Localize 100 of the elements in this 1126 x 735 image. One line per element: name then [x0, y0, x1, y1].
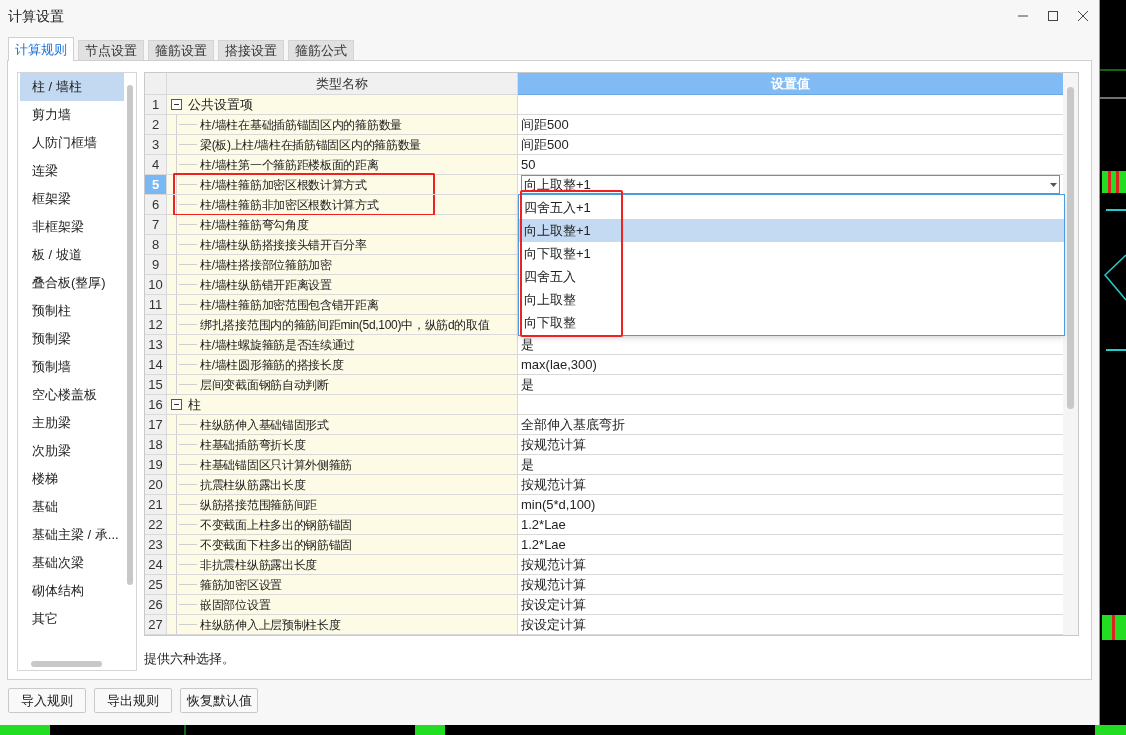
window-title: 计算设置 [8, 6, 64, 26]
setting-name: 柱/墙柱圆形箍筋的搭接长度 [200, 356, 344, 374]
sidebar-item[interactable]: 人防门框墙 [20, 129, 124, 157]
sidebar-item[interactable]: 预制梁 [20, 325, 124, 353]
row-number: 16 [148, 395, 163, 414]
dropdown-option[interactable]: 向上取整 [519, 288, 1064, 311]
setting-value: 1.2*Lae [521, 535, 566, 554]
action-button[interactable]: 导出规则 [94, 688, 172, 713]
row-number: 26 [148, 595, 163, 614]
column-header[interactable]: 类型名称 [167, 73, 518, 95]
setting-value: 按规范计算 [521, 435, 586, 454]
sidebar-item[interactable]: 剪力墙 [20, 101, 124, 129]
caret-icon [1050, 182, 1057, 187]
setting-value: 是 [521, 335, 534, 354]
row-number: 11 [148, 295, 163, 314]
sidebar-item[interactable]: 次肋梁 [20, 437, 124, 465]
setting-value: max(lae,300) [521, 355, 597, 374]
sidebar-item[interactable]: 空心楼盖板 [20, 381, 124, 409]
row-number: 13 [148, 335, 163, 354]
sidebar-item[interactable]: 其它 [20, 605, 124, 633]
row-number: 21 [148, 495, 163, 514]
action-button[interactable]: 导入规则 [8, 688, 86, 713]
sidebar-item[interactable]: 柱 / 墙柱 [20, 73, 124, 101]
row-number: 23 [148, 535, 163, 554]
setting-value: 是 [521, 455, 534, 474]
maximize-icon[interactable] [1047, 10, 1059, 22]
row-number: 2 [151, 115, 160, 134]
sidebar-item[interactable]: 连梁 [20, 157, 124, 185]
row-number: 10 [148, 275, 163, 294]
setting-name: 柱基础锚固区只计算外侧箍筋 [200, 456, 353, 474]
row-number: 12 [148, 315, 163, 334]
row-number: 1 [151, 95, 160, 114]
sidebar-item[interactable]: 主肋梁 [20, 409, 124, 437]
sidebar-item[interactable]: 基础 [20, 493, 124, 521]
setting-value: 按设定计算 [521, 615, 586, 634]
close-icon[interactable] [1077, 10, 1089, 22]
setting-name: 柱/墙柱螺旋箍筋是否连续通过 [200, 336, 356, 354]
setting-name: 层间变截面钢筋自动判断 [200, 376, 329, 394]
setting-name: 柱/墙柱搭接部位箍筋加密 [200, 256, 332, 274]
row-number: 17 [148, 415, 163, 434]
dropdown-option[interactable]: 四舍五入+1 [519, 196, 1064, 219]
scrollbar[interactable] [127, 85, 133, 585]
tab[interactable]: 节点设置 [78, 40, 144, 60]
collapse-icon[interactable] [171, 99, 182, 110]
dropdown-option[interactable]: 向下取整+1 [519, 242, 1064, 265]
setting-value: 间距500 [521, 135, 569, 154]
setting-name: 非抗震柱纵筋露出长度 [200, 556, 317, 574]
tab[interactable]: 箍筋公式 [288, 40, 354, 60]
setting-value: 50 [521, 155, 536, 174]
setting-name: 不变截面上柱多出的钢筋锚固 [200, 516, 353, 534]
setting-name: 绑扎搭接范围内的箍筋间距min(5d,100)中，纵筋d的取值 [200, 316, 490, 334]
sidebar-item[interactable]: 预制柱 [20, 297, 124, 325]
sidebar-item[interactable]: 板 / 坡道 [20, 241, 124, 269]
row-number: 7 [151, 215, 160, 234]
row-number: 8 [151, 235, 160, 254]
setting-value: 间距500 [521, 115, 569, 134]
setting-value: min(5*d,100) [521, 495, 596, 514]
setting-value: 按规范计算 [521, 555, 586, 574]
dropdown-option[interactable]: 向上取整+1 [519, 219, 1064, 242]
setting-name: 嵌固部位设置 [200, 596, 271, 614]
setting-name: 柱/墙柱第一个箍筋距楼板面的距离 [200, 156, 379, 174]
row-number: 22 [148, 515, 163, 534]
tab[interactable]: 搭接设置 [218, 40, 284, 60]
sidebar-item[interactable]: 框架梁 [20, 185, 124, 213]
dropdown-option[interactable]: 向下取整 [519, 311, 1064, 334]
tab[interactable]: 箍筋设置 [148, 40, 214, 60]
row-number: 27 [148, 615, 163, 634]
row-number: 24 [148, 555, 163, 574]
row-number: 6 [151, 195, 160, 214]
sidebar-item[interactable]: 基础主梁 / 承... [20, 521, 124, 549]
row-number: 5 [151, 175, 160, 194]
action-button[interactable]: 恢复默认值 [180, 688, 258, 713]
setting-name: 柱/墙柱在基础插筋锚固区内的箍筋数量 [200, 116, 402, 134]
setting-name: 抗震柱纵筋露出长度 [200, 476, 306, 494]
sidebar-item[interactable]: 基础次梁 [20, 549, 124, 577]
row-number: 15 [148, 375, 163, 394]
tab[interactable]: 计算规则 [8, 37, 74, 61]
sidebar-item[interactable]: 叠合板(整厚) [20, 269, 124, 297]
sidebar-item[interactable]: 砌体结构 [20, 577, 124, 605]
sidebar-item[interactable]: 非框架梁 [20, 213, 124, 241]
value-combobox[interactable]: 向上取整+1 [521, 175, 1060, 194]
setting-name: 箍筋加密区设置 [200, 576, 282, 594]
description-text: 提供六种选择。 [144, 651, 236, 668]
setting-name: 纵筋搭接范围箍筋间距 [200, 496, 317, 514]
setting-name: 不变截面下柱多出的钢筋锚固 [200, 536, 353, 554]
row-number: 18 [148, 435, 163, 454]
setting-name: 梁(板)上柱/墙柱在插筋锚固区内的箍筋数量 [200, 136, 422, 154]
collapse-icon[interactable] [171, 399, 182, 410]
setting-name: 柱/墙柱纵筋搭接接头错开百分率 [200, 236, 367, 254]
setting-name: 柱/墙柱纵筋错开距离设置 [200, 276, 332, 294]
row-number: 20 [148, 475, 163, 494]
scrollbar[interactable] [1067, 87, 1074, 409]
setting-name: 柱基础插筋弯折长度 [200, 436, 306, 454]
dropdown-option[interactable]: 四舍五入 [519, 265, 1064, 288]
setting-name: 柱/墙柱箍筋加密区根数计算方式 [200, 176, 367, 194]
setting-value: 1.2*Lae [521, 515, 566, 534]
sidebar-item[interactable]: 楼梯 [20, 465, 124, 493]
sidebar-item[interactable]: 预制墙 [20, 353, 124, 381]
setting-name: 柱纵筋伸入基础锚固形式 [200, 416, 329, 434]
scrollbar[interactable] [31, 661, 102, 667]
